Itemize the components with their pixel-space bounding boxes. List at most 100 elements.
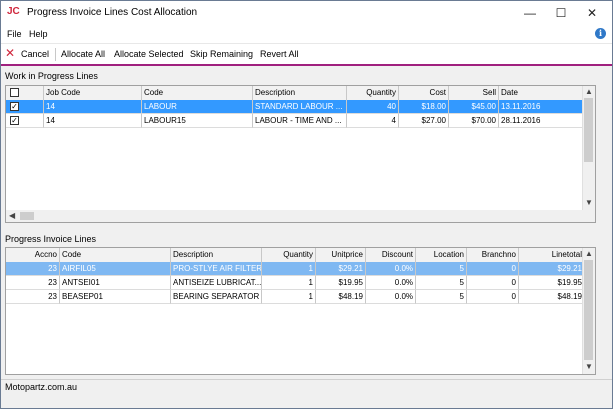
scroll-up-icon[interactable]: ▲ (585, 249, 593, 258)
wip-select-cell[interactable]: ✓ (6, 100, 44, 114)
scroll-left-icon[interactable]: ◀ (9, 211, 15, 220)
skip-remaining-button[interactable]: Skip Remaining (190, 49, 253, 59)
menu-bar: File Help i (1, 25, 612, 44)
wip-scroll-thumb[interactable] (584, 98, 593, 162)
title-bar: JC Progress Invoice Lines Cost Allocatio… (1, 1, 612, 25)
status-text: Motopartz.com.au (5, 382, 78, 392)
pil-row[interactable]: 23 BEASEP01 BEARING SEPARATOR 1 $48.19 0… (6, 290, 585, 304)
wip-section-label: Work in Progress Lines (5, 71, 98, 81)
wip-code: LABOUR (142, 100, 253, 114)
pil-section-label: Progress Invoice Lines (5, 234, 97, 244)
pil-vertical-scrollbar[interactable]: ▲ ▼ (582, 248, 595, 374)
wip-quantity: 40 (347, 100, 399, 114)
pil-linetotal: $48.19 (519, 290, 585, 304)
cancel-icon[interactable]: ✕ (5, 46, 15, 60)
wip-description: LABOUR - TIME AND ... (253, 114, 347, 128)
pil-row[interactable]: 23 AIRFIL05 PRO-STLYE AIR FILTER 1 $29.2… (6, 262, 585, 276)
pil-grid[interactable]: Accno Code Description Quantity Unitpric… (5, 247, 596, 375)
pil-col-code[interactable]: Code (60, 248, 171, 262)
pil-code: AIRFIL05 (60, 262, 171, 276)
wip-date: 13.11.2016 (499, 100, 585, 114)
pil-col-unitprice[interactable]: Unitprice (316, 248, 366, 262)
checkbox-icon[interactable] (10, 88, 19, 97)
wip-sell: $70.00 (449, 114, 499, 128)
pil-branchno: 0 (467, 276, 519, 290)
pil-accno: 23 (6, 262, 60, 276)
wip-cost: $18.00 (399, 100, 449, 114)
pil-code: ANTSEI01 (60, 276, 171, 290)
revert-all-button[interactable]: Revert All (260, 49, 299, 59)
pil-location: 5 (416, 276, 467, 290)
pil-col-accno[interactable]: Accno (6, 248, 60, 262)
info-icon[interactable]: i (595, 28, 606, 39)
wip-col-select[interactable] (6, 86, 44, 100)
pil-quantity: 1 (262, 276, 316, 290)
pil-code: BEASEP01 (60, 290, 171, 304)
wip-sell: $45.00 (449, 100, 499, 114)
scroll-down-icon[interactable]: ▼ (585, 198, 593, 207)
window-title: Progress Invoice Lines Cost Allocation (27, 7, 198, 18)
wip-col-date[interactable]: Date (499, 86, 585, 100)
pil-row[interactable]: 23 ANTSEI01 ANTISEIZE LUBRICAT... 1 $19.… (6, 276, 585, 290)
allocate-selected-button[interactable]: Allocate Selected (114, 49, 184, 59)
wip-vertical-scrollbar[interactable]: ▲ ▼ (582, 86, 595, 210)
wip-cost: $27.00 (399, 114, 449, 128)
accent-divider (1, 64, 612, 66)
pil-col-linetotal[interactable]: Linetotal (519, 248, 585, 262)
pil-col-quantity[interactable]: Quantity (262, 248, 316, 262)
wip-job-code: 14 (44, 114, 142, 128)
minimize-button[interactable]: — (514, 1, 546, 25)
cancel-button[interactable]: Cancel (21, 49, 49, 59)
pil-col-discount[interactable]: Discount (366, 248, 416, 262)
wip-col-description[interactable]: Description (253, 86, 347, 100)
wip-col-code[interactable]: Code (142, 86, 253, 100)
close-button[interactable]: ✕ (576, 1, 608, 25)
pil-accno: 23 (6, 290, 60, 304)
pil-scroll-thumb[interactable] (584, 260, 593, 360)
maximize-button[interactable]: ☐ (545, 1, 577, 25)
pil-quantity: 1 (262, 262, 316, 276)
wip-code: LABOUR15 (142, 114, 253, 128)
pil-branchno: 0 (467, 290, 519, 304)
wip-col-sell[interactable]: Sell (449, 86, 499, 100)
checkbox-icon[interactable]: ✓ (10, 102, 19, 111)
wip-col-quantity[interactable]: Quantity (347, 86, 399, 100)
scroll-up-icon[interactable]: ▲ (585, 87, 593, 96)
wip-date: 28.11.2016 (499, 114, 585, 128)
wip-grid[interactable]: Job Code Code Description Quantity Cost … (5, 85, 596, 223)
pil-unitprice: $29.21 (316, 262, 366, 276)
pil-col-location[interactable]: Location (416, 248, 467, 262)
pil-discount: 0.0% (366, 290, 416, 304)
pil-linetotal: $29.21 (519, 262, 585, 276)
pil-accno: 23 (6, 276, 60, 290)
wip-header-row: Job Code Code Description Quantity Cost … (6, 86, 585, 101)
pil-col-description[interactable]: Description (171, 248, 262, 262)
wip-col-cost[interactable]: Cost (399, 86, 449, 100)
menu-file[interactable]: File (7, 29, 22, 39)
pil-description: ANTISEIZE LUBRICAT... (171, 276, 262, 290)
wip-quantity: 4 (347, 114, 399, 128)
wip-hscroll-thumb[interactable] (20, 212, 34, 220)
app-logo-icon: JC (7, 6, 20, 17)
scroll-down-icon[interactable]: ▼ (585, 362, 593, 371)
pil-branchno: 0 (467, 262, 519, 276)
allocate-all-button[interactable]: Allocate All (61, 49, 105, 59)
status-bar: Motopartz.com.au (1, 379, 612, 394)
menu-help[interactable]: Help (29, 29, 48, 39)
wip-description: STANDARD LABOUR ... (253, 100, 347, 114)
wip-row[interactable]: ✓ 14 LABOUR15 LABOUR - TIME AND ... 4 $2… (6, 114, 585, 128)
wip-col-job-code[interactable]: Job Code (44, 86, 142, 100)
pil-location: 5 (416, 290, 467, 304)
pil-col-branchno[interactable]: Branchno (467, 248, 519, 262)
pil-unitprice: $48.19 (316, 290, 366, 304)
checkbox-icon[interactable]: ✓ (10, 116, 19, 125)
pil-description: PRO-STLYE AIR FILTER (171, 262, 262, 276)
wip-horizontal-scrollbar[interactable]: ◀ (6, 210, 595, 222)
pil-linetotal: $19.95 (519, 276, 585, 290)
pil-unitprice: $19.95 (316, 276, 366, 290)
pil-header-row: Accno Code Description Quantity Unitpric… (6, 248, 585, 263)
wip-row[interactable]: ✓ 14 LABOUR STANDARD LABOUR ... 40 $18.0… (6, 100, 585, 114)
pil-discount: 0.0% (366, 262, 416, 276)
wip-job-code: 14 (44, 100, 142, 114)
wip-select-cell[interactable]: ✓ (6, 114, 44, 128)
